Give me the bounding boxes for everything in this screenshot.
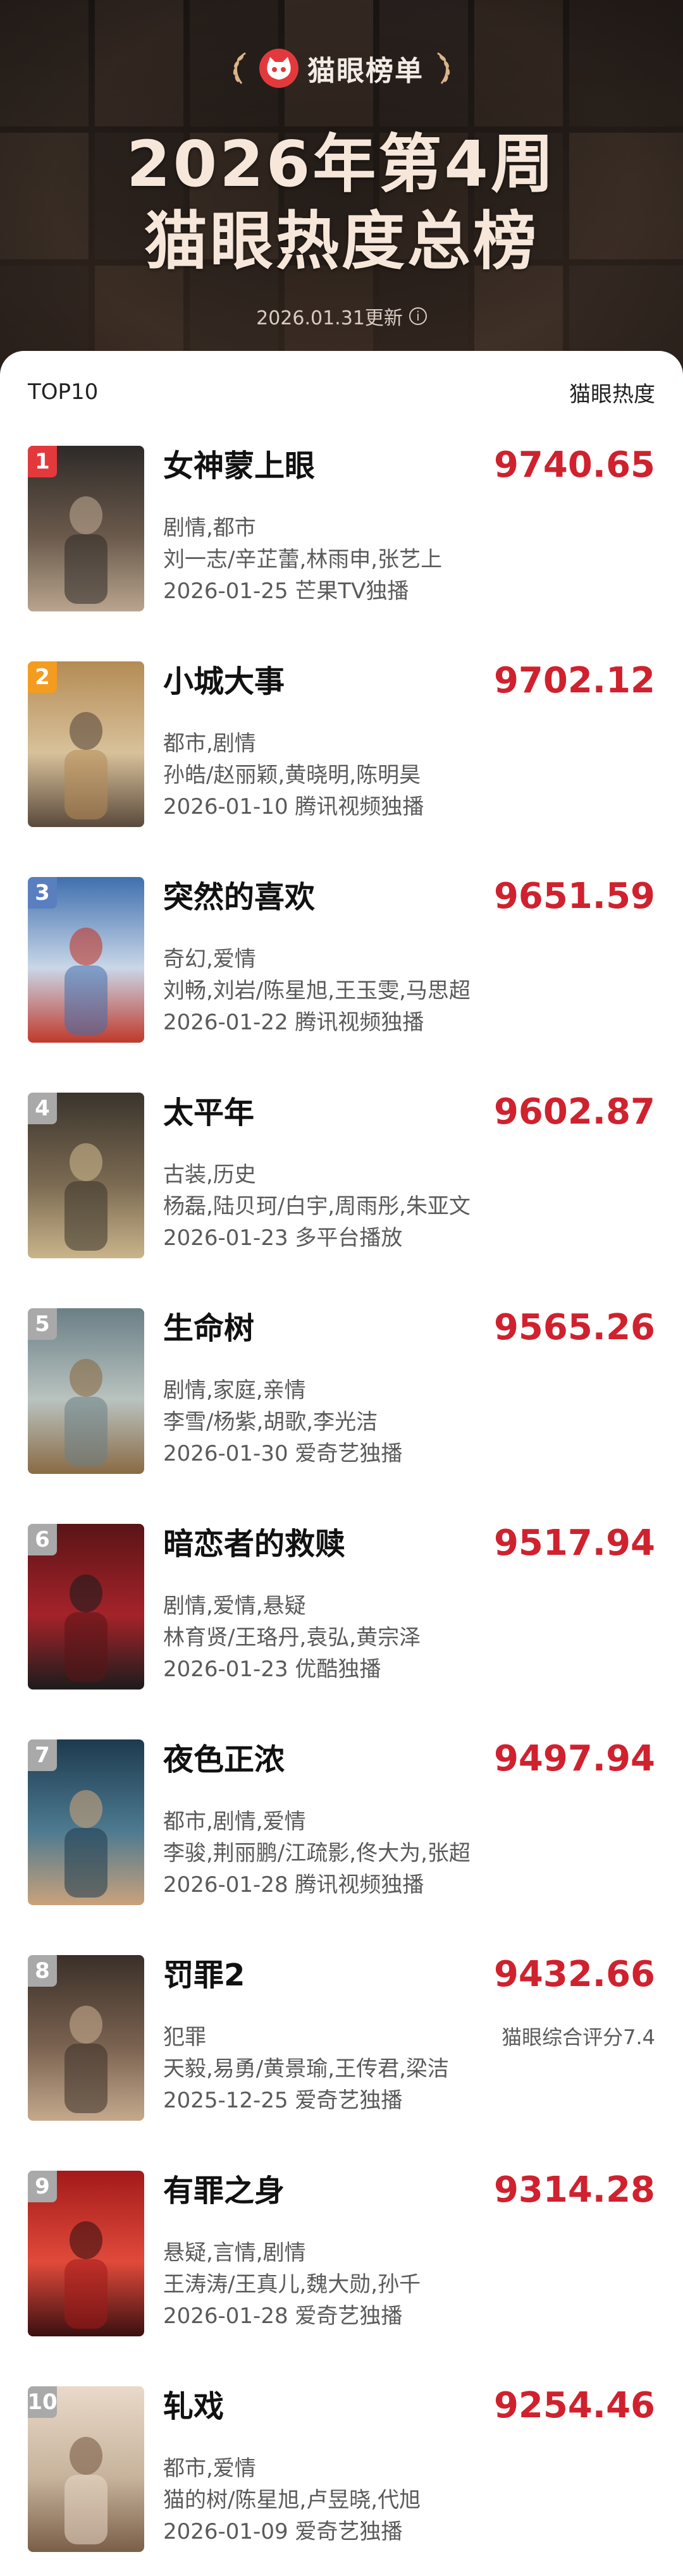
show-title[interactable]: 夜色正浓 <box>163 1741 285 1779</box>
show-genre: 剧情,家庭,亲情 <box>163 1378 306 1403</box>
show-cast: 杨磊,陆贝珂/白宇,周雨彤,朱亚文 <box>163 1194 471 1219</box>
ranking-row[interactable]: 5 生命树 9565.26 剧情,家庭,亲情李雪/杨紫,胡歌,李光洁 2026-01-3… <box>0 1308 683 1498</box>
heat-score: 9740.65 <box>493 445 655 486</box>
poster-thumbnail[interactable]: 2 <box>28 661 144 827</box>
rank-badge: 10 <box>28 2386 58 2418</box>
ranking-row[interactable]: 2 小城大事 9702.12 都市,剧情孙皓/赵丽颖,黄晓明,陈明昊 2026-01-1… <box>0 661 683 851</box>
show-cast: 李骏,荆丽鹏/江疏影,佟大为,张超 <box>163 1841 471 1866</box>
heat-score: 9651.59 <box>493 876 655 917</box>
rank-badge: 9 <box>28 2171 57 2202</box>
show-cast: 孙皓/赵丽颖,黄晓明,陈明昊 <box>163 763 421 788</box>
show-cast: 林育贤/王珞丹,袁弘,黄宗泽 <box>163 1625 421 1650</box>
heat-score: 9254.46 <box>493 2385 655 2426</box>
show-genre: 都市,剧情,爱情 <box>163 1809 306 1834</box>
show-title[interactable]: 小城大事 <box>163 663 285 701</box>
laurel-right-icon <box>437 52 450 84</box>
show-cast: 天毅,易勇/黄景瑜,王传君,梁洁 <box>163 2056 449 2082</box>
show-title[interactable]: 突然的喜欢 <box>163 878 315 916</box>
poster-thumbnail[interactable]: 5 <box>28 1308 144 1474</box>
show-cast: 刘畅,刘岩/陈星旭,王玉雯,马思超 <box>163 978 471 1003</box>
show-cast: 李雪/杨紫,胡歌,李光洁 <box>163 1409 378 1435</box>
rank-badge: 5 <box>28 1308 57 1340</box>
show-cast: 王涛涛/王真儿,魏大勋,孙千 <box>163 2272 421 2297</box>
ranking-row[interactable]: 9 有罪之身 9314.28 悬疑,言情,剧情王涛涛/王真儿,魏大勋,孙千 2026-0… <box>0 2171 683 2360</box>
list-header-left: TOP10 <box>28 379 99 405</box>
show-genre: 悬疑,言情,剧情 <box>163 2240 306 2266</box>
heat-score: 9565.26 <box>493 1307 655 1348</box>
show-genre: 剧情,爱情,悬疑 <box>163 1593 306 1619</box>
ranking-row[interactable]: 6 暗恋者的救赎 9517.94 剧情,爱情,悬疑林育贤/王珞丹,袁弘,黄宗泽 2026… <box>0 1524 683 1714</box>
ranking-row[interactable]: 8 罚罪2 9432.66 犯罪天毅,易勇/黄景瑜,王传君,梁洁 2025-12-25 … <box>0 1955 683 2145</box>
laurel-left-icon <box>233 52 246 84</box>
rank-badge: 7 <box>28 1739 57 1771</box>
poster-thumbnail[interactable]: 8 <box>28 1955 144 2121</box>
show-title[interactable]: 轧戏 <box>163 2388 224 2426</box>
show-title[interactable]: 暗恋者的救赎 <box>163 1525 345 1563</box>
show-release: 2026-01-09 爱奇艺独播 <box>163 2519 403 2544</box>
heat-score: 9432.66 <box>493 1954 655 1995</box>
show-genre: 犯罪 <box>163 2025 206 2050</box>
page-title-week: 2026年第4周 <box>126 127 557 201</box>
heat-score: 9517.94 <box>493 1523 655 1564</box>
rank-badge: 6 <box>28 1524 57 1555</box>
heat-score: 9702.12 <box>493 660 655 701</box>
poster-thumbnail[interactable]: 9 <box>28 2171 144 2336</box>
show-release: 2026-01-30 爱奇艺独播 <box>163 1441 403 1466</box>
show-title[interactable]: 女神蒙上眼 <box>163 447 315 485</box>
heat-score: 9497.94 <box>493 1738 655 1779</box>
ranking-row[interactable]: 4 太平年 9602.87 古装,历史杨磊,陆贝珂/白宇,周雨彤,朱亚文 2026-01… <box>0 1093 683 1282</box>
maoyan-logo-icon <box>259 49 298 88</box>
poster-thumbnail[interactable]: 10 <box>28 2386 144 2552</box>
show-genre: 古装,历史 <box>163 1162 256 1187</box>
rank-badge: 1 <box>28 446 57 477</box>
poster-thumbnail[interactable]: 3 <box>28 877 144 1043</box>
ranking-row[interactable]: 3 突然的喜欢 9651.59 奇幻,爱情刘畅,刘岩/陈星旭,王玉雯,马思超 2026-… <box>0 877 683 1067</box>
maoyan-rating: 猫眼综合评分7.4 <box>501 2025 655 2049</box>
show-title[interactable]: 罚罪2 <box>163 1956 245 1994</box>
poster-thumbnail[interactable]: 1 <box>28 446 144 611</box>
show-cast: 猫的树/陈星旭,卢昱晓,代旭 <box>163 2487 421 2513</box>
ranking-row[interactable]: 7 夜色正浓 9497.94 都市,剧情,爱情李骏,荆丽鹏/江疏影,佟大为,张超 202… <box>0 1739 683 1929</box>
show-genre: 都市,爱情 <box>163 2456 256 2481</box>
show-cast: 刘一志/辛芷蕾,林雨申,张艺上 <box>163 547 443 572</box>
show-title[interactable]: 太平年 <box>163 1094 254 1132</box>
show-release: 2026-01-25 芒果TV独播 <box>163 579 409 604</box>
list-header: TOP10 猫眼热度 <box>28 376 655 408</box>
show-genre: 奇幻,爱情 <box>163 947 256 972</box>
rank-badge: 4 <box>28 1093 57 1124</box>
show-release: 2026-01-23 优酷独播 <box>163 1657 381 1682</box>
heat-score: 9602.87 <box>493 1091 655 1132</box>
poster-thumbnail[interactable]: 6 <box>28 1524 144 1690</box>
show-release: 2026-01-23 多平台播放 <box>163 1225 403 1251</box>
list-header-right: 猫眼热度 <box>569 381 655 407</box>
heat-score: 9314.28 <box>493 2169 655 2211</box>
page-title-chart: 猫眼热度总榜 <box>144 204 539 278</box>
poster-thumbnail[interactable]: 7 <box>28 1739 144 1905</box>
update-info: 2026.01.31更新 i <box>0 302 683 330</box>
rank-badge: 8 <box>28 1955 57 1987</box>
update-time: 2026.01.31更新 <box>256 307 403 329</box>
show-release: 2025-12-25 爱奇艺独播 <box>163 2088 403 2113</box>
show-release: 2026-01-10 腾讯视频独播 <box>163 794 424 819</box>
show-genre: 都市,剧情 <box>163 731 256 756</box>
show-release: 2026-01-28 爱奇艺独播 <box>163 2303 403 2329</box>
rank-badge: 3 <box>28 877 57 909</box>
show-release: 2026-01-28 腾讯视频独播 <box>163 1872 424 1898</box>
show-title[interactable]: 有罪之身 <box>163 2172 285 2210</box>
info-icon[interactable]: i <box>409 307 427 325</box>
brand-name: 猫眼榜单 <box>307 55 424 87</box>
ranking-card: TOP10 猫眼热度 1 女神蒙上眼 9740.65 剧情,都市刘一志/辛芷蕾,林雨申… <box>0 351 683 2567</box>
poster-thumbnail[interactable]: 4 <box>28 1093 144 1258</box>
show-release: 2026-01-22 腾讯视频独播 <box>163 1010 424 1035</box>
rank-badge: 2 <box>28 661 57 693</box>
ranking-row[interactable]: 10 轧戏 9254.46 都市,爱情猫的树/陈星旭,卢昱晓,代旭 2026-01-09… <box>0 2386 683 2576</box>
ranking-row[interactable]: 1 女神蒙上眼 9740.65 剧情,都市刘一志/辛芷蕾,林雨申,张艺上 2026-01… <box>0 446 683 635</box>
brand-row: 猫眼榜单 <box>0 42 683 95</box>
hero-header: 猫眼榜单 2026年第4周 猫眼热度总榜 2026.01.31更新 i <box>0 0 683 405</box>
show-title[interactable]: 生命树 <box>163 1309 254 1347</box>
show-genre: 剧情,都市 <box>163 515 256 541</box>
